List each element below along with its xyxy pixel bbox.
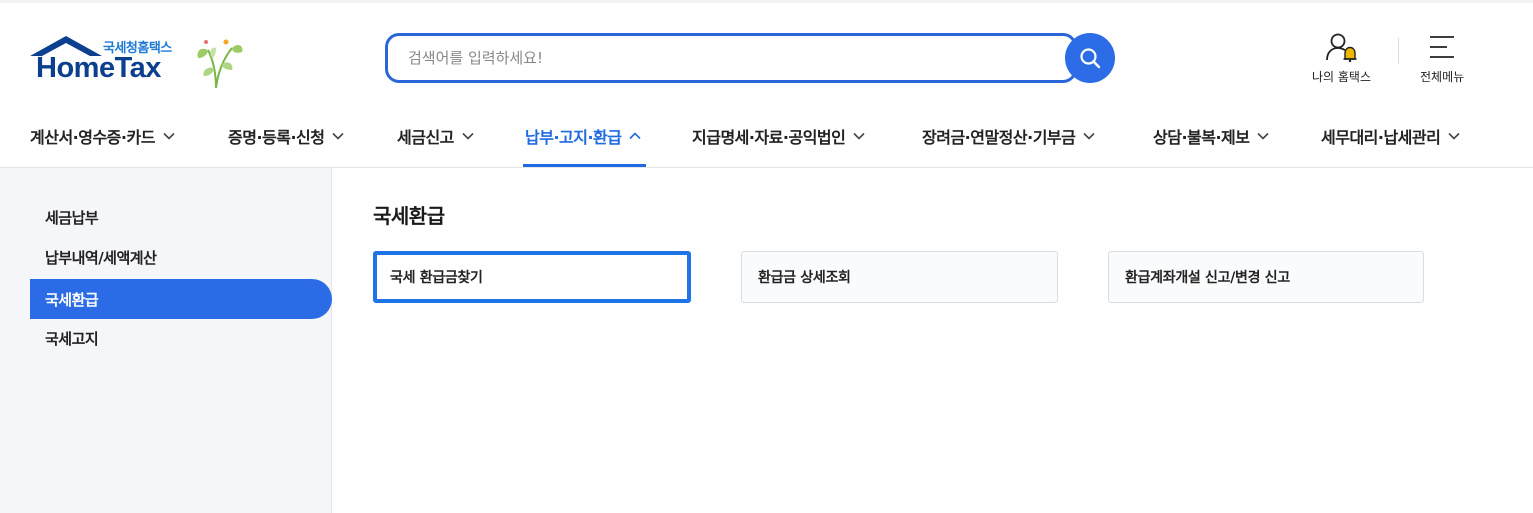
nav-label: 상담·불복·제보 <box>1153 128 1250 147</box>
chevron-down-icon <box>1448 132 1460 140</box>
sidebar-item-payment-history[interactable]: 납부내역/세액계산 <box>30 237 332 277</box>
nav-item-payment-statement[interactable]: 지급명세·자료·공익법인 <box>692 104 865 168</box>
chevron-down-icon <box>1083 132 1095 140</box>
card-refund-detail[interactable]: 환급금 상세조회 <box>741 251 1058 303</box>
chevron-down-icon <box>462 132 474 140</box>
nav-item-consult-appeal[interactable]: 상담·불복·제보 <box>1153 104 1270 168</box>
search-button[interactable] <box>1065 33 1115 83</box>
chevron-down-icon <box>332 132 345 140</box>
my-hometax-label: 나의 홈택스 <box>1312 70 1372 84</box>
nav-label: 납부·고지·환급 <box>525 128 622 147</box>
user-bell-icon <box>1325 33 1356 62</box>
nav-label: 계산서·영수증·카드 <box>30 128 155 147</box>
page-title: 국세환급 <box>373 204 445 228</box>
chevron-down-icon <box>853 132 865 140</box>
nav-item-incentive-yearend[interactable]: 장려금·연말정산·기부금 <box>922 104 1095 168</box>
nav-label: 세금신고 <box>397 128 454 147</box>
main-nav: 계산서·영수증·카드 증명·등록·신청 세금신고 납부·고지·환급 지급명세·자… <box>0 104 1533 168</box>
sidebar-item-label: 납부내역/세액계산 <box>45 248 157 267</box>
search-bar <box>385 33 1115 83</box>
search-icon <box>1080 48 1101 69</box>
card-label: 국세 환급금찾기 <box>390 270 483 286</box>
sidebar-item-national-tax-refund[interactable]: 국세환급 <box>30 279 332 319</box>
nav-label: 증명·등록·신청 <box>228 128 325 147</box>
nav-item-tax-filing[interactable]: 세금신고 <box>397 104 474 168</box>
chevron-down-icon <box>1257 132 1270 140</box>
nav-label: 지급명세·자료·공익법인 <box>692 128 846 147</box>
card-label: 환급금 상세조회 <box>758 270 851 286</box>
sidebar-item-tax-payment[interactable]: 세금납부 <box>30 197 332 237</box>
nav-label: 세무대리·납세관리 <box>1321 128 1441 147</box>
sidebar-item-national-tax-notice[interactable]: 국세고지 <box>30 318 332 358</box>
sidebar-item-label: 국세고지 <box>45 329 99 348</box>
chevron-down-icon <box>163 132 175 140</box>
hamburger-menu-icon <box>1430 36 1455 58</box>
card-refund-account[interactable]: 환급계좌개설 신고/변경 신고 <box>1108 251 1424 303</box>
nav-item-tax-agent[interactable]: 세무대리·납세관리 <box>1321 104 1460 168</box>
plant-decoration-icon <box>197 39 243 89</box>
chevron-up-icon <box>629 132 642 140</box>
sidebar: 세금납부 납부내역/세액계산 국세환급 국세고지 <box>0 168 332 513</box>
sidebar-item-label: 세금납부 <box>45 208 99 227</box>
logo-wordmark: HomeTax <box>36 52 161 84</box>
hometax-logo[interactable]: 국세청홈택스 HomeTax <box>28 34 248 90</box>
my-hometax-button[interactable]: 나의 홈택스 <box>1312 32 1371 85</box>
nav-label: 장려금·연말정산·기부금 <box>922 128 1076 147</box>
nav-item-payment-notice-refund[interactable]: 납부·고지·환급 <box>525 104 642 168</box>
search-input[interactable] <box>385 33 1077 83</box>
top-border <box>0 0 1533 3</box>
card-find-refund[interactable]: 국세 환급금찾기 <box>373 251 691 303</box>
card-label: 환급계좌개설 신고/변경 신고 <box>1125 270 1290 286</box>
all-menu-button[interactable]: 전체메뉴 <box>1420 32 1464 85</box>
all-menu-label: 전체메뉴 <box>1420 70 1465 84</box>
nav-item-invoice-receipt-card[interactable]: 계산서·영수증·카드 <box>30 104 175 168</box>
utility-divider <box>1398 38 1399 64</box>
sidebar-item-label: 국세환급 <box>45 290 99 309</box>
nav-item-certificate-register[interactable]: 증명·등록·신청 <box>228 104 345 168</box>
